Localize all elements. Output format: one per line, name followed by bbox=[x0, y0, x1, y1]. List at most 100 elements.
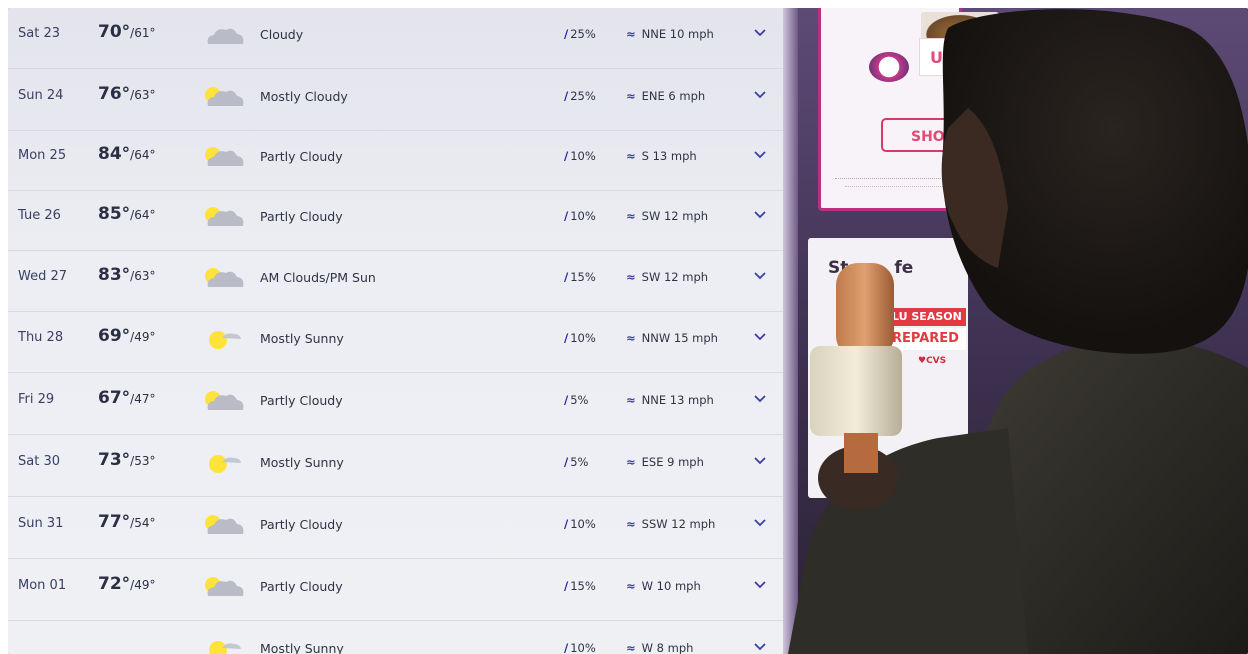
temperature: 67°/47° bbox=[98, 388, 155, 408]
sun-icon bbox=[200, 634, 246, 654]
low-temp: /63° bbox=[130, 269, 156, 283]
cvs-ad[interactable]: St fe LU SEASON REPARED ♥CVS bbox=[808, 238, 968, 498]
wind-value: W 10 mph bbox=[641, 579, 701, 593]
wind-info: ≈ W 8 mph bbox=[626, 641, 693, 654]
forecast-row[interactable]: Wed 27 83°/63° AM Clouds/PM Sun/15% ≈ SW 12 … bbox=[8, 251, 783, 312]
high-temp: 72° bbox=[98, 574, 131, 594]
temperature: 73°/53° bbox=[98, 450, 155, 470]
low-temp: /64° bbox=[130, 208, 156, 222]
condition-label: Mostly Sunny bbox=[260, 641, 344, 654]
raindrop-icon: / bbox=[564, 27, 569, 41]
wind-info: ≈ W 10 mph bbox=[626, 579, 701, 593]
forecast-row[interactable]: Fri 29 67°/47° Partly Cloudy/5% ≈ NNE 13 mph bbox=[8, 374, 783, 435]
day-label: Sun 31 bbox=[18, 516, 64, 531]
chevron-down-icon[interactable] bbox=[752, 452, 768, 468]
wind-info: ≈ NNW 15 mph bbox=[626, 331, 718, 345]
sun-cloud-icon bbox=[200, 202, 246, 232]
condition-label: Partly Cloudy bbox=[260, 579, 343, 594]
condition-label: Partly Cloudy bbox=[260, 149, 343, 164]
chevron-down-icon[interactable] bbox=[752, 390, 768, 406]
precip-chance: /15% bbox=[564, 270, 596, 284]
wind-icon: ≈ bbox=[626, 393, 636, 407]
condition-label: Partly Cloudy bbox=[260, 393, 343, 408]
wind-value: SSW 12 mph bbox=[641, 517, 716, 531]
wind-info: ≈ S 13 mph bbox=[626, 149, 697, 163]
wind-value: ENE 6 mph bbox=[641, 89, 706, 103]
wind-icon: ≈ bbox=[626, 149, 636, 163]
chevron-down-icon[interactable] bbox=[752, 576, 768, 592]
wind-value: NNW 15 mph bbox=[641, 331, 718, 345]
forecast-row[interactable]: Sun 24 76°/63° Mostly Cloudy/25% ≈ ENE 6 mph bbox=[8, 70, 783, 131]
chevron-down-icon[interactable] bbox=[752, 146, 768, 162]
shop-button[interactable]: SHOP bbox=[881, 118, 981, 152]
day-label: Sat 30 bbox=[18, 454, 60, 469]
day-label: Sun 24 bbox=[18, 88, 64, 103]
condition-label: AM Clouds/PM Sun bbox=[260, 270, 376, 285]
dunkin-ad[interactable]: UNKIN SHOP bbox=[818, 8, 999, 211]
wind-info: ≈ NNE 13 mph bbox=[626, 393, 714, 407]
high-temp: 85° bbox=[98, 204, 131, 224]
forecast-row[interactable]: Sat 30 73°/53° Mostly Sunny/5% ≈ ESE 9 mph bbox=[8, 436, 783, 497]
chevron-down-icon[interactable] bbox=[752, 267, 768, 283]
forecast-row[interactable]: Mon 01 72°/49° Partly Cloudy/15% ≈ W 10 mph bbox=[8, 560, 783, 621]
precip-chance: /10% bbox=[564, 149, 596, 163]
ad-heading: St fe bbox=[828, 258, 913, 278]
precip-value: 5% bbox=[570, 455, 589, 469]
temperature: 83°/63° bbox=[98, 265, 155, 285]
forecast-row[interactable]: Mostly Sunny/10% ≈ W 8 mph bbox=[8, 622, 783, 654]
sun-cloud-icon bbox=[200, 82, 246, 112]
forecast-row[interactable]: Sun 31 77°/54° Partly Cloudy/10% ≈ SSW 12 mp… bbox=[8, 498, 783, 559]
day-label: Fri 29 bbox=[18, 392, 55, 407]
chevron-down-icon[interactable] bbox=[752, 24, 768, 40]
chevron-down-icon[interactable] bbox=[752, 514, 768, 530]
wind-icon: ≈ bbox=[626, 641, 636, 654]
sun-icon bbox=[200, 448, 246, 478]
wind-value: NNE 13 mph bbox=[641, 393, 714, 407]
ad-heading-end: fe bbox=[894, 258, 914, 278]
wind-icon: ≈ bbox=[626, 455, 636, 469]
temperature: 70°/61° bbox=[98, 22, 155, 42]
temperature: 77°/54° bbox=[98, 512, 155, 532]
raindrop-icon: / bbox=[564, 149, 569, 163]
day-label: Tue 26 bbox=[18, 208, 61, 223]
raindrop-icon: / bbox=[564, 641, 569, 654]
kcup-badge-icon bbox=[869, 52, 909, 82]
high-temp: 70° bbox=[98, 22, 131, 42]
photo-frame: Sat 23 70°/61° Cloudy/25% ≈ NNE 10 mph Sun 24… bbox=[8, 8, 1248, 654]
precip-chance: /10% bbox=[564, 641, 596, 654]
day-label: Wed 27 bbox=[18, 269, 68, 284]
precip-chance: /15% bbox=[564, 579, 596, 593]
chevron-down-icon[interactable] bbox=[752, 206, 768, 222]
temperature: 72°/49° bbox=[98, 574, 155, 594]
low-temp: /54° bbox=[130, 516, 156, 530]
wind-value: NNE 10 mph bbox=[641, 27, 714, 41]
wind-info: ≈ ENE 6 mph bbox=[626, 89, 705, 103]
wind-icon: ≈ bbox=[626, 517, 636, 531]
wind-value: W 8 mph bbox=[641, 641, 694, 654]
precip-chance: /25% bbox=[564, 89, 596, 103]
precip-chance: /10% bbox=[564, 517, 596, 531]
chevron-down-icon[interactable] bbox=[752, 86, 768, 102]
precip-chance: /5% bbox=[564, 393, 588, 407]
wind-value: SW 12 mph bbox=[641, 270, 709, 284]
condition-label: Cloudy bbox=[260, 27, 304, 42]
chevron-down-icon[interactable] bbox=[752, 328, 768, 344]
precip-value: 25% bbox=[570, 27, 596, 41]
forecast-screen: Sat 23 70°/61° Cloudy/25% ≈ NNE 10 mph Sun 24… bbox=[8, 8, 798, 654]
forecast-row[interactable]: Tue 26 85°/64° Partly Cloudy/10% ≈ SW 12 mph bbox=[8, 190, 783, 251]
ad-sidebar: UNKIN SHOP St fe LU SEASON REPARED ♥CVS bbox=[798, 8, 1248, 654]
condition-label: Mostly Sunny bbox=[260, 331, 344, 346]
wind-info: ≈ NNE 10 mph bbox=[626, 27, 714, 41]
raindrop-icon: / bbox=[564, 270, 569, 284]
low-temp: /47° bbox=[130, 392, 156, 406]
chevron-down-icon[interactable] bbox=[752, 638, 768, 654]
forecast-row[interactable]: Thu 28 69°/49° Mostly Sunny/10% ≈ NNW 15 mph bbox=[8, 312, 783, 373]
wind-icon: ≈ bbox=[626, 209, 636, 223]
wind-value: ESE 9 mph bbox=[641, 455, 704, 469]
forecast-row[interactable]: Mon 25 84°/64° Partly Cloudy/10% ≈ S 13 mph bbox=[8, 130, 783, 191]
high-temp: 67° bbox=[98, 388, 131, 408]
low-temp: /49° bbox=[130, 578, 156, 592]
forecast-row[interactable]: Sat 23 70°/61° Cloudy/25% ≈ NNE 10 mph bbox=[8, 8, 783, 69]
precip-chance: /10% bbox=[564, 331, 596, 345]
sun-icon bbox=[200, 324, 246, 354]
